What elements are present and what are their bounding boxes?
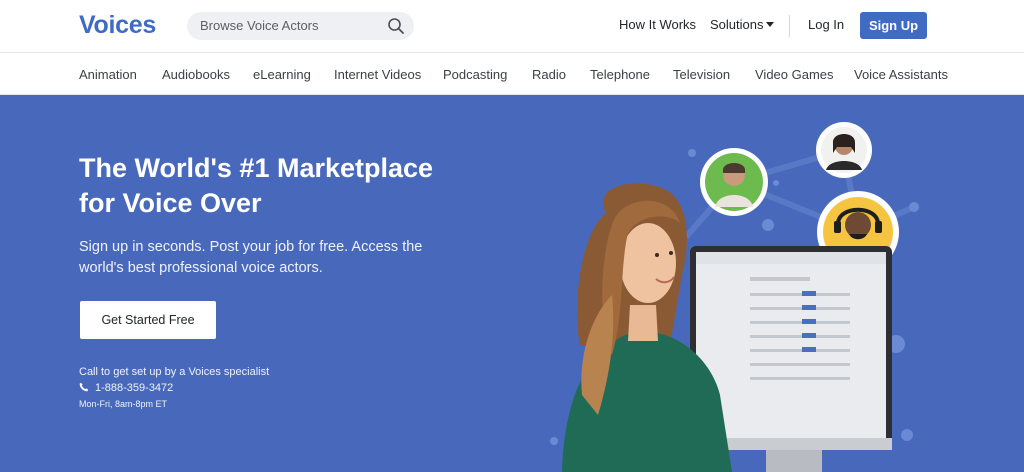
category-voice-assistants[interactable]: Voice Assistants (854, 67, 948, 82)
phone-number: 1-888-359-3472 (95, 382, 174, 394)
subtext-line-1: Sign up in seconds. Post your job for fr… (79, 239, 423, 255)
solutions-label: Solutions (710, 17, 764, 32)
category-telephone[interactable]: Telephone (590, 67, 650, 82)
hero-illustration (550, 122, 919, 472)
top-header: Voices Browse Voice Actors How It Works … (0, 0, 1024, 53)
search-input[interactable]: Browse Voice Actors (187, 12, 414, 40)
header-divider (789, 15, 790, 37)
login-link[interactable]: Log In (808, 17, 844, 32)
caret-down-icon (766, 22, 775, 27)
call-text: Call to get set up by a Voices specialis… (79, 366, 270, 378)
category-internet-videos[interactable]: Internet Videos (334, 67, 421, 82)
category-radio[interactable]: Radio (532, 67, 566, 82)
phone-icon (79, 382, 89, 392)
hero-headline: The World's #1 Marketplace for Voice Ove… (79, 151, 479, 221)
hero-subtext: Sign up in seconds. Post your job for fr… (79, 237, 429, 279)
category-television[interactable]: Television (673, 67, 730, 82)
headline-line-1: The World's #1 Marketplace (79, 153, 434, 183)
category-nav: Animation Audiobooks eLearning Internet … (0, 54, 1024, 95)
phone-line[interactable]: 1-888-359-3472 (79, 382, 173, 394)
category-elearning[interactable]: eLearning (253, 67, 311, 82)
signup-button[interactable]: Sign Up (860, 12, 927, 39)
search-placeholder: Browse Voice Actors (200, 18, 319, 33)
hero-section: The World's #1 Marketplace for Voice Ove… (0, 95, 1024, 472)
how-it-works-link[interactable]: How It Works (619, 17, 696, 32)
search-icon[interactable] (387, 17, 405, 35)
voice-actor-avatar-2 (816, 122, 872, 178)
category-audiobooks[interactable]: Audiobooks (162, 67, 230, 82)
category-video-games[interactable]: Video Games (755, 67, 834, 82)
support-hours: Mon-Fri, 8am-8pm ET (79, 399, 168, 409)
category-animation[interactable]: Animation (79, 67, 137, 82)
voices-logo[interactable]: Voices (79, 11, 156, 40)
headline-line-2: for Voice Over (79, 188, 262, 218)
solutions-dropdown[interactable]: Solutions (710, 17, 775, 32)
get-started-button[interactable]: Get Started Free (80, 301, 216, 339)
category-podcasting[interactable]: Podcasting (443, 67, 507, 82)
voice-actor-avatar-1 (700, 148, 768, 216)
subtext-line-2: world's best professional voice actors. (79, 260, 323, 276)
